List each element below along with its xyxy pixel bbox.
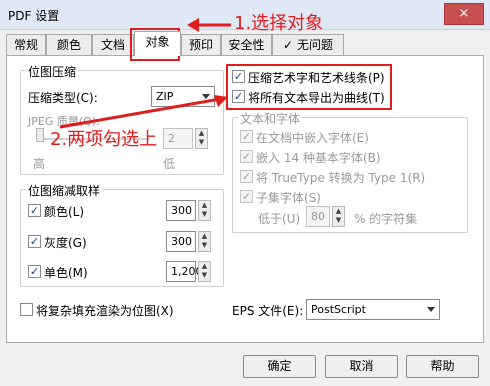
dropdown-arrow-icon: [427, 307, 435, 312]
help-button[interactable]: 帮助: [406, 355, 479, 378]
mono-dpi-input[interactable]: 1,200: [166, 261, 203, 282]
mono-checkbox[interactable]: ✓: [28, 265, 41, 278]
grayscale-checkbox[interactable]: ✓: [28, 235, 41, 248]
mono-dpi-spinner[interactable]: ▲ ▼: [198, 261, 211, 282]
highlight-options: [226, 64, 392, 110]
embed14-checkbox[interactable]: ✓: [240, 150, 253, 163]
tab-no-issues-label: 无问题: [296, 38, 333, 52]
grayscale-dpi-input[interactable]: 300: [166, 231, 196, 252]
eps-select[interactable]: PostScript: [306, 299, 440, 320]
percent-charset-label: % 的字符集: [354, 212, 418, 226]
tab-no-issues[interactable]: ✓ 无问题: [272, 34, 344, 56]
tab-prepress[interactable]: 预印: [181, 34, 221, 56]
eps-value: PostScript: [311, 303, 366, 316]
step1-annotation: 1.选择对象: [234, 13, 324, 34]
arrow-icon: [187, 18, 231, 32]
embed14-label: 嵌入 14 种基本字体(B): [256, 151, 381, 165]
color-dpi-spinner[interactable]: ▲ ▼: [198, 200, 211, 221]
grayscale-label: 灰度(G): [44, 236, 87, 250]
grayscale-dpi-spinner[interactable]: ▲ ▼: [198, 231, 211, 252]
below-spinner[interactable]: ▲ ▼: [332, 206, 345, 227]
bitmap-downsample-title: 位图缩减取样: [26, 182, 103, 199]
tab-security[interactable]: 安全性: [221, 34, 272, 56]
text-fonts-title: 文本和字体: [238, 110, 303, 127]
check-icon: ✓: [283, 38, 294, 52]
tab-general[interactable]: 常规: [6, 34, 46, 56]
color-checkbox[interactable]: ✓: [28, 204, 41, 217]
tab-objects[interactable]: 对象: [134, 31, 181, 56]
bitmap-compress-title: 位图压缩: [26, 63, 79, 80]
embed-fonts-label: 在文档中嵌入字体(E): [256, 131, 369, 145]
quality-high-label: 高: [33, 157, 46, 171]
subset-label: 子集字体(S): [256, 191, 321, 205]
truetype-checkbox[interactable]: ✓: [240, 170, 253, 183]
tab-document[interactable]: 文档: [92, 34, 134, 56]
color-label: 颜色(L): [44, 205, 85, 219]
tab-color[interactable]: 颜色: [46, 34, 92, 56]
truetype-label: 将 TrueType 转换为 Type 1(R): [256, 171, 426, 185]
slider-thumb[interactable]: [36, 128, 44, 142]
below-input[interactable]: 80: [306, 206, 330, 227]
cancel-button[interactable]: 取消: [325, 355, 398, 378]
eps-label: EPS 文件(E):: [232, 304, 304, 318]
below-label: 低于(U): [258, 212, 301, 226]
close-icon: ×: [458, 6, 470, 21]
ok-button[interactable]: 确定: [243, 355, 316, 378]
render-complex-label: 将复杂填充渲染为位图(X): [36, 304, 174, 318]
step2-annotation: 2.两项勾选上: [50, 129, 158, 150]
close-button[interactable]: ×: [444, 3, 484, 25]
quality-low-label: 低: [163, 157, 176, 171]
render-complex-checkbox[interactable]: [20, 303, 33, 316]
window-title: PDF 设置: [8, 9, 60, 23]
mono-label: 单色(M): [44, 266, 88, 280]
embed-fonts-checkbox[interactable]: ✓: [240, 130, 253, 143]
color-dpi-input[interactable]: 300: [166, 200, 196, 221]
subset-checkbox[interactable]: ✓: [240, 190, 253, 203]
